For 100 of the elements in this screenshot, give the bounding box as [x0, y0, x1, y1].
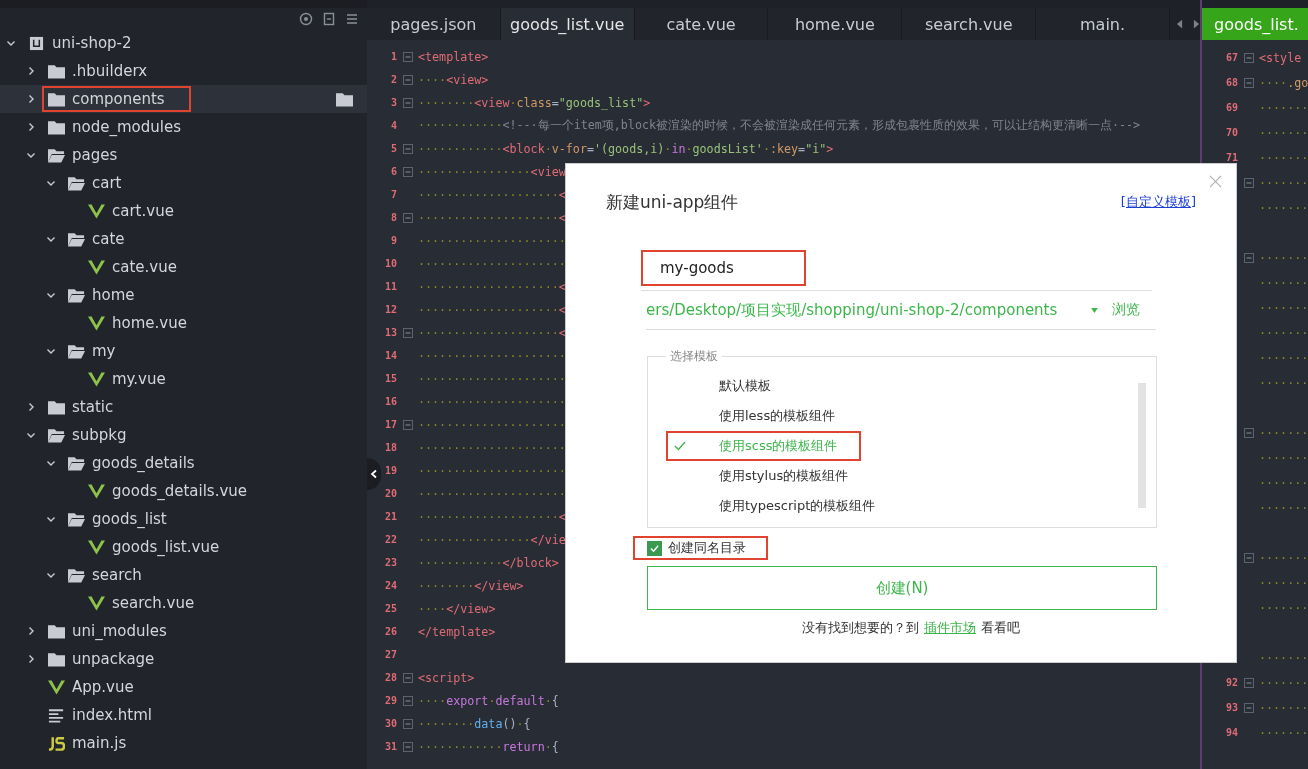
code-line: ········</view> — [418, 578, 524, 593]
fold-icon[interactable] — [1243, 177, 1254, 188]
chevron-down-icon[interactable] — [26, 150, 36, 160]
fold-icon[interactable] — [1243, 252, 1254, 263]
folder-icon[interactable] — [336, 91, 353, 107]
tree-item[interactable]: node_modules — [0, 113, 367, 141]
fold-icon[interactable] — [402, 74, 413, 85]
editor-tab[interactable]: home.vue — [768, 8, 903, 40]
fold-icon[interactable] — [402, 166, 413, 177]
chevron-down-icon[interactable] — [26, 430, 36, 440]
open-folder-icon — [68, 231, 85, 247]
fold-icon[interactable] — [402, 212, 413, 223]
collapse-all-icon[interactable] — [322, 11, 336, 26]
tree-item[interactable]: goods_details — [0, 449, 367, 477]
fold-icon[interactable] — [1243, 77, 1254, 88]
chevron-down-icon[interactable] — [46, 346, 56, 356]
editor-tab[interactable]: goods_list.vue — [500, 8, 635, 40]
locate-icon[interactable] — [299, 11, 313, 26]
line-number: 22 — [383, 534, 397, 545]
tree-item[interactable]: my.vue — [0, 365, 367, 393]
code-line: ······· — [1259, 350, 1308, 365]
tree-item[interactable]: components — [0, 85, 367, 113]
code-line: ······· — [1259, 450, 1308, 465]
template-option[interactable]: 使用less的模板组件 — [666, 401, 842, 431]
tree-item[interactable]: subpkg — [0, 421, 367, 449]
name-field[interactable]: my-goods — [641, 250, 806, 286]
code-line: ····················· — [418, 256, 566, 271]
chevron-right-icon[interactable] — [26, 654, 36, 664]
fold-icon[interactable] — [1243, 552, 1254, 563]
template-option[interactable]: 使用stylus的模板组件 — [666, 461, 855, 491]
tree-item[interactable]: search — [0, 561, 367, 589]
close-icon[interactable] — [1209, 175, 1222, 188]
tree-item[interactable]: uni-shop-2 — [0, 29, 367, 57]
same-name-folder-checkbox[interactable]: 创建同名目录 — [633, 536, 768, 560]
chevron-down-icon[interactable] — [6, 38, 16, 48]
tree-item[interactable]: cate — [0, 225, 367, 253]
chevron-down-icon[interactable] — [46, 290, 56, 300]
line-number: 9 — [389, 235, 397, 246]
tree-item[interactable]: goods_details.vue — [0, 477, 367, 505]
tree-item[interactable]: home — [0, 281, 367, 309]
custom-template-link[interactable]: [自定义模板] — [1120, 193, 1196, 211]
fold-icon[interactable] — [402, 143, 413, 154]
tree-item[interactable]: static — [0, 393, 367, 421]
chevron-down-icon[interactable] — [46, 514, 56, 524]
fold-icon[interactable] — [1243, 677, 1254, 688]
chevron-right-icon[interactable] — [26, 402, 36, 412]
dropdown-caret-icon[interactable] — [1091, 307, 1098, 313]
tree-item[interactable]: uni_modules — [0, 617, 367, 645]
dialog-title: 新建uni-app组件 — [606, 190, 739, 214]
chevron-down-icon[interactable] — [46, 570, 56, 580]
chevron-right-icon[interactable] — [26, 66, 36, 76]
fold-icon[interactable] — [402, 97, 413, 108]
tree-item[interactable]: cart — [0, 169, 367, 197]
code-line: ······· — [1259, 375, 1308, 390]
tree-item[interactable]: .hbuilderx — [0, 57, 367, 85]
item-label: unpackage — [72, 650, 155, 668]
fold-icon[interactable] — [1243, 52, 1254, 63]
editor-tab[interactable]: main. — [1036, 8, 1170, 40]
menu-icon[interactable] — [345, 11, 359, 26]
scroll-left-icon[interactable] — [1175, 19, 1183, 29]
open-folder-icon — [68, 567, 85, 583]
template-option[interactable]: 默认模板 — [666, 371, 777, 401]
tree-item[interactable]: main.js — [0, 729, 367, 757]
tree-item[interactable]: App.vue — [0, 673, 367, 701]
tree-item[interactable]: search.vue — [0, 589, 367, 617]
scrollbar[interactable] — [1138, 383, 1146, 508]
fold-icon[interactable] — [402, 718, 413, 729]
tree-item[interactable]: home.vue — [0, 309, 367, 337]
tree-item[interactable]: my — [0, 337, 367, 365]
tree-item[interactable]: index.html — [0, 701, 367, 729]
tree-item[interactable]: unpackage — [0, 645, 367, 673]
fold-icon[interactable] — [402, 327, 413, 338]
fold-icon[interactable] — [402, 672, 413, 683]
editor-tab[interactable]: cate.vue — [634, 8, 769, 40]
fold-icon[interactable] — [402, 419, 413, 430]
scroll-right-icon[interactable] — [1192, 19, 1200, 29]
chevron-right-icon[interactable] — [26, 122, 36, 132]
tree-item[interactable]: cart.vue — [0, 197, 367, 225]
fold-icon[interactable] — [1243, 427, 1254, 438]
code-line: ······· — [1259, 325, 1308, 340]
tree-item[interactable]: goods_list.vue — [0, 533, 367, 561]
fold-icon[interactable] — [1243, 702, 1254, 713]
editor-tab[interactable]: pages.json — [367, 8, 501, 40]
tree-item[interactable]: goods_list — [0, 505, 367, 533]
chevron-down-icon[interactable] — [46, 458, 56, 468]
code-line: ······· — [1259, 675, 1308, 690]
chevron-right-icon[interactable] — [26, 94, 36, 104]
template-option[interactable]: 使用typescript的模板组件 — [666, 491, 882, 521]
chevron-right-icon[interactable] — [26, 626, 36, 636]
line-number: 27 — [383, 649, 397, 660]
chevron-down-icon[interactable] — [46, 234, 56, 244]
fold-icon[interactable] — [402, 695, 413, 706]
editor-tab[interactable]: search.vue — [902, 8, 1037, 40]
chevron-down-icon[interactable] — [46, 178, 56, 188]
tree-item[interactable]: pages — [0, 141, 367, 169]
collapse-sidebar-button[interactable] — [367, 458, 381, 490]
fold-icon[interactable] — [402, 51, 413, 62]
fold-icon[interactable] — [402, 741, 413, 752]
line-number: 11 — [383, 281, 397, 292]
tree-item[interactable]: cate.vue — [0, 253, 367, 281]
